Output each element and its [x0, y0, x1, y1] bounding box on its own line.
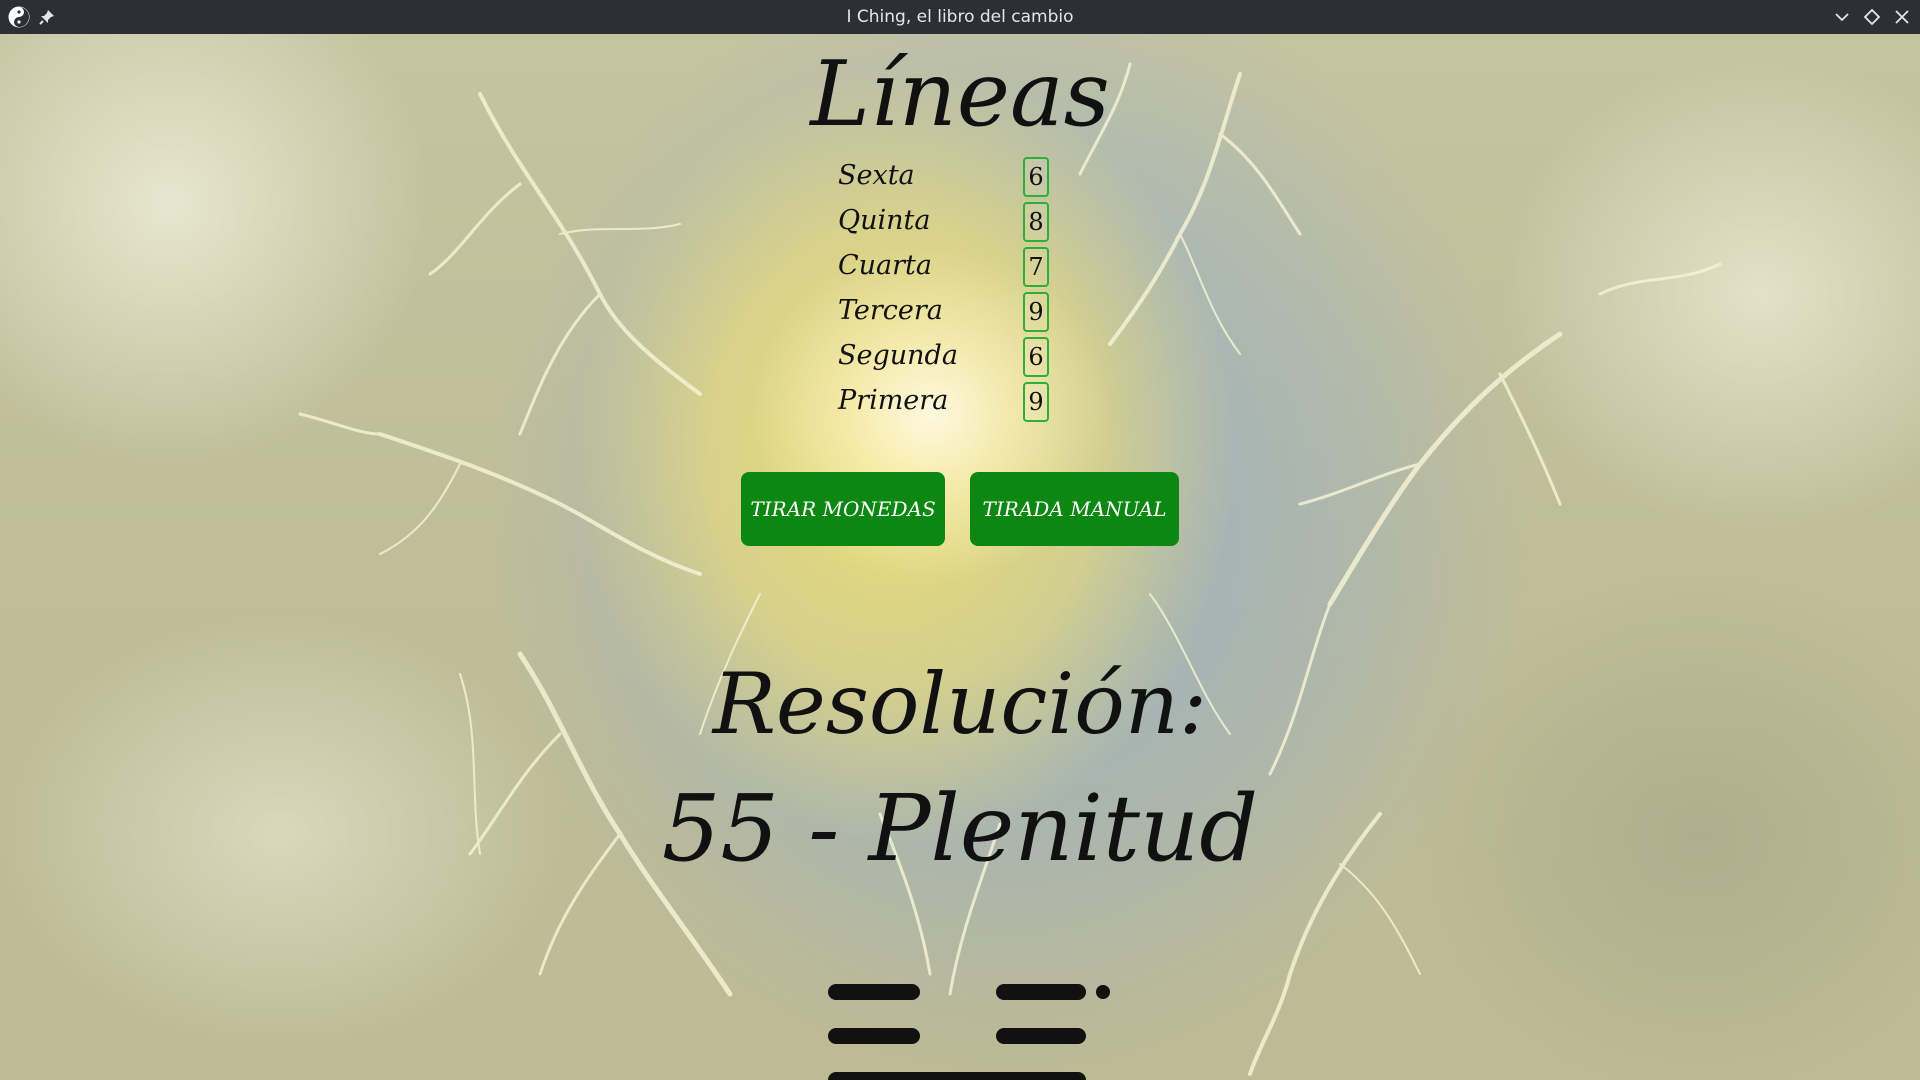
main-content: Líneas Sexta 6 Quinta 8 Cuarta 7 Tercera…: [0, 34, 1920, 1080]
line-row-cuarta: Cuarta 7: [838, 244, 1058, 289]
hexagram-segment: [996, 1028, 1086, 1044]
close-button[interactable]: [1892, 7, 1912, 27]
line-row-primera: Primera 9: [838, 379, 1058, 424]
chevron-down-icon: [1835, 13, 1849, 22]
hexagram-segment: [996, 984, 1086, 1000]
title-bar[interactable]: I Ching, el libro del cambio: [0, 0, 1920, 34]
tirar-monedas-button[interactable]: TIRAR MONEDAS: [741, 472, 945, 546]
line-value-input[interactable]: 9: [1023, 382, 1049, 422]
app-window: I Ching, el libro del cambio Líneas Sext…: [0, 0, 1920, 1080]
resolution-heading: Resolución:: [712, 655, 1208, 753]
line-value-input[interactable]: 7: [1023, 247, 1049, 287]
line-value-input[interactable]: 6: [1023, 337, 1049, 377]
diamond-icon: [1863, 8, 1881, 26]
hexagram-segment: [828, 1028, 920, 1044]
line-row-segunda: Segunda 6: [838, 334, 1058, 379]
line-row-quinta: Quinta 8: [838, 199, 1058, 244]
line-value-input[interactable]: 8: [1023, 202, 1049, 242]
line-label: Sexta: [838, 160, 915, 191]
window-title: I Ching, el libro del cambio: [846, 7, 1074, 27]
changing-line-dot-icon: [1096, 985, 1110, 999]
hexagram-segment: [828, 984, 920, 1000]
line-label: Cuarta: [838, 250, 932, 281]
line-label: Segunda: [838, 340, 958, 371]
hexagram-line-broken: [828, 984, 1110, 1000]
lines-heading: Líneas: [810, 42, 1110, 147]
line-value-input[interactable]: 9: [1023, 292, 1049, 332]
hexagram-result: 55 - Plenitud: [661, 775, 1259, 882]
maximize-button[interactable]: [1862, 7, 1882, 27]
hexagram-figure: [828, 950, 1118, 1080]
line-label: Primera: [838, 385, 949, 416]
line-value-input[interactable]: 6: [1023, 157, 1049, 197]
hexagram-segment: [828, 1072, 1086, 1080]
lines-table: Sexta 6 Quinta 8 Cuarta 7 Tercera 9 Segu…: [838, 154, 1058, 424]
hexagram-line-solid: [828, 1072, 1086, 1080]
line-label: Tercera: [838, 295, 943, 326]
line-row-sexta: Sexta 6: [838, 154, 1058, 199]
close-icon: [1895, 10, 1909, 24]
line-label: Quinta: [838, 205, 931, 236]
tirada-manual-button[interactable]: TIRADA MANUAL: [970, 472, 1179, 546]
hexagram-line-broken: [828, 1028, 1086, 1044]
line-row-tercera: Tercera 9: [838, 289, 1058, 334]
minimize-button[interactable]: [1832, 7, 1852, 27]
